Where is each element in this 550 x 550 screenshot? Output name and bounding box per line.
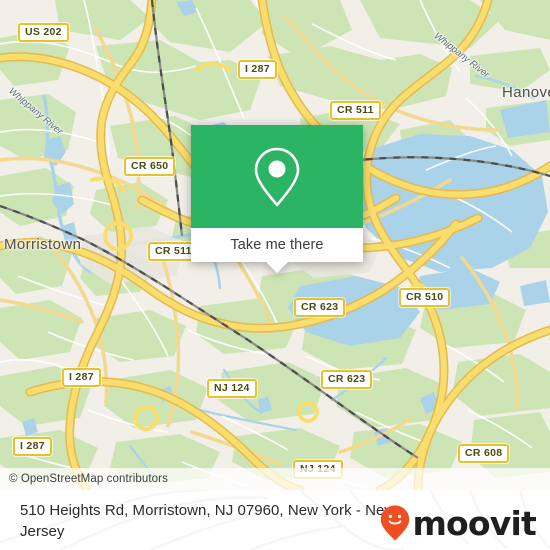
moovit-wordmark: moovit: [412, 503, 536, 543]
callout-icon-panel: [191, 125, 363, 228]
moovit-smiley-pin-icon: [381, 505, 410, 541]
road-shield-us-202: US 202: [18, 23, 69, 42]
moovit-logo[interactable]: moovit: [380, 503, 537, 543]
footer-bar: 510 Heights Rd, Morristown, NJ 07960, Ne…: [0, 490, 550, 550]
location-callout-card[interactable]: Take me there: [191, 125, 363, 273]
road-shield-cr-650: CR 650: [124, 157, 176, 176]
road-shield-i-287-southwest: I 287: [13, 437, 52, 456]
road-shield-cr-623-south: CR 623: [321, 370, 373, 389]
place-label-hanover: Hanover: [502, 84, 550, 101]
road-shield-i-287-north: I 287: [238, 60, 277, 79]
attribution-text: © OpenStreetMap contributors: [9, 473, 168, 485]
callout-pointer-tail: [266, 262, 288, 273]
road-shield-nj-124-north: NJ 124: [207, 379, 257, 398]
map-pin-icon: [254, 147, 300, 206]
road-shield-i-287-west: I 287: [62, 368, 101, 387]
road-shield-cr-608: CR 608: [458, 444, 510, 463]
take-me-there-label: Take me there: [230, 237, 324, 253]
location-address: 510 Heights Rd, Morristown, NJ 07960, Ne…: [20, 502, 396, 540]
callout-action-panel[interactable]: Take me there: [191, 228, 363, 262]
map-screenshot: Morristown Hanover Whippany River Whippa…: [0, 0, 550, 550]
place-label-morristown: Morristown: [4, 236, 82, 253]
road-shield-cr-623-west: CR 623: [294, 298, 346, 317]
road-shield-cr-511-north: CR 511: [330, 101, 381, 120]
road-shield-cr-510: CR 510: [399, 288, 451, 307]
map-attribution[interactable]: © OpenStreetMap contributors: [0, 468, 550, 490]
map-canvas[interactable]: Morristown Hanover Whippany River Whippa…: [0, 0, 550, 490]
